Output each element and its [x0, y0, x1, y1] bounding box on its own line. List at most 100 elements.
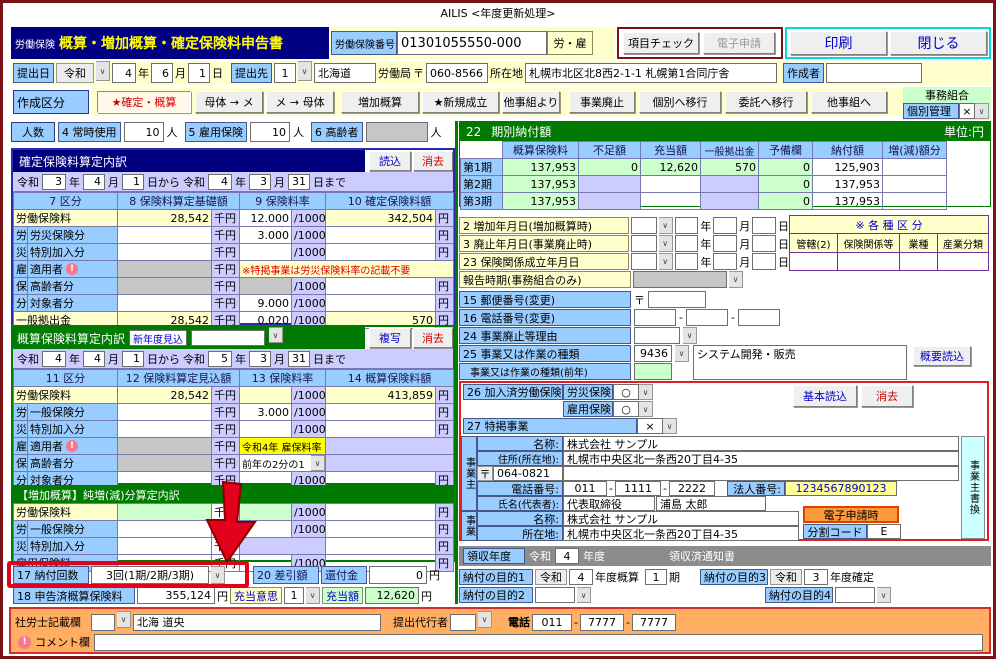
chevron-down-icon[interactable] [658, 235, 673, 252]
kubun-btn-itaku-ikou[interactable]: 委託へ移行 [725, 91, 807, 113]
chevron-down-icon[interactable] [117, 611, 131, 628]
submit-era-select[interactable]: 令和 [56, 63, 94, 83]
amount[interactable]: 413,859 [325, 386, 436, 404]
phone3-field[interactable]: 7777 [631, 613, 676, 631]
base-amount[interactable]: 28,542 [117, 386, 212, 404]
employer-name-field[interactable]: 株式会社 サンプル [563, 436, 959, 451]
kakutei-m2[interactable]: 3 [249, 173, 271, 190]
amount[interactable] [325, 226, 436, 244]
employer-tel1[interactable]: 011 [563, 481, 607, 496]
bureau-postal-field[interactable]: 060-8566 [426, 63, 488, 83]
gaisan-d1[interactable]: 1 [122, 350, 144, 367]
houjin-field[interactable]: 1234567890123 [785, 481, 897, 496]
chevron-down-icon[interactable] [877, 587, 891, 603]
kubun-btn-haishi[interactable]: 事業廃止 [569, 91, 635, 113]
dest-field[interactable]: 1 [274, 63, 296, 83]
koyou-select[interactable]: ○ [613, 401, 639, 417]
kakutei-d1[interactable]: 1 [122, 173, 144, 190]
rouhoken-bango-field[interactable]: 01301055550-000 [397, 31, 547, 55]
f5-field[interactable]: 10 [250, 122, 290, 142]
prefecture-field[interactable]: 北海道 [314, 63, 376, 83]
chevron-down-icon[interactable] [311, 455, 325, 471]
amount[interactable] [325, 503, 436, 521]
base-amount[interactable]: 28,542 [117, 209, 212, 227]
kobetsu-kanri-value[interactable]: × [959, 103, 975, 119]
rate[interactable]: 3.000 [239, 403, 292, 421]
kakutei-clear-button[interactable]: 消去 [413, 151, 453, 171]
half-select[interactable]: 前年の2分の1 [241, 456, 312, 471]
chevron-down-icon[interactable] [306, 587, 320, 604]
jigyounushi-kakikae-strip[interactable]: 事業主書換 [961, 436, 985, 539]
chevron-down-icon[interactable] [577, 587, 591, 603]
daikou-select[interactable] [450, 613, 476, 631]
item-check-button[interactable]: 項目チェック [623, 32, 699, 54]
phone2-field[interactable]: 7777 [579, 613, 624, 631]
chevron-down-icon[interactable] [96, 61, 110, 81]
year-field[interactable] [674, 253, 699, 270]
rate[interactable] [239, 520, 292, 538]
day-field[interactable] [752, 235, 777, 252]
kubun-btn-shinki[interactable]: ★新規成立 [422, 91, 499, 113]
worksite-name-field[interactable]: 株式会社 サンプル [563, 511, 799, 526]
gaisan-copy-button[interactable]: 複写 [369, 328, 411, 348]
base-amount[interactable] [117, 420, 212, 438]
amount[interactable] [325, 277, 436, 295]
rep-name-field[interactable]: 浦島 太郎 [656, 496, 766, 511]
amount[interactable] [325, 537, 436, 555]
chevron-down-icon[interactable] [975, 103, 989, 119]
comment-field[interactable] [94, 633, 983, 651]
gyoushu-code-field[interactable]: 9436 [634, 345, 672, 362]
base-amount[interactable] [117, 226, 212, 244]
chevron-down-icon[interactable] [683, 327, 697, 344]
kubun-btn-botai-me[interactable]: 母体 → メ [195, 91, 263, 113]
gaisan-m1[interactable]: 4 [83, 350, 105, 367]
e-apply-button[interactable]: 電子申請 [703, 32, 775, 54]
chevron-down-icon[interactable] [639, 384, 653, 400]
close-button[interactable]: 閉じる [890, 31, 987, 55]
submit-year-field[interactable]: 4 [112, 63, 136, 83]
tel1-field[interactable] [634, 309, 676, 326]
base-amount[interactable] [117, 243, 212, 261]
kubun-btn-tajikumi-yori[interactable]: 他事組より [502, 91, 560, 113]
submit-day-field[interactable]: 1 [188, 63, 210, 83]
kakutei-d2[interactable]: 31 [288, 173, 310, 190]
employer-addr-field[interactable]: 札幌市中央区北一条西20丁目4-35 [563, 451, 959, 466]
day-field[interactable] [752, 253, 777, 270]
chevron-down-icon[interactable] [639, 401, 653, 417]
kanpu-field[interactable]: 0 [369, 566, 427, 584]
era-select[interactable] [630, 253, 657, 270]
gaiyou-read-button[interactable]: 概要読込 [913, 346, 971, 366]
chevron-down-icon[interactable] [663, 418, 677, 434]
gaisan-y2[interactable]: 5 [208, 350, 232, 367]
amount[interactable] [325, 294, 436, 312]
chevron-down-icon[interactable] [298, 61, 312, 81]
rep-title-field[interactable]: 代表取締役 [563, 496, 655, 511]
bunkatsu-field[interactable]: E [867, 524, 901, 539]
gaisan-clear-button[interactable]: 消去 [413, 328, 453, 348]
sharoushi-select[interactable] [91, 613, 115, 631]
kakutei-read-button[interactable]: 読込 [369, 151, 411, 171]
kubun-btn-zouka[interactable]: 増加概算 [341, 91, 419, 113]
kubun-btn-kobetsu-ikou[interactable]: 個別へ移行 [639, 91, 721, 113]
employer-tel3[interactable]: 2222 [668, 481, 715, 496]
base-amount[interactable] [117, 403, 212, 421]
rate[interactable] [239, 243, 292, 261]
era-select[interactable] [630, 217, 657, 234]
tokkei-select[interactable]: × [637, 418, 663, 434]
amount[interactable] [325, 243, 436, 261]
rousai-select[interactable]: ○ [613, 384, 639, 400]
phone1-field[interactable]: 011 [532, 613, 572, 631]
juto-field[interactable]: 12,620 [365, 587, 419, 604]
employer-clear-button[interactable]: 消去 [861, 385, 913, 407]
tel2-field[interactable] [685, 309, 728, 326]
mokuteki3-year[interactable]: 3 [804, 569, 828, 585]
rate[interactable]: 12.000 [239, 209, 292, 227]
rate[interactable]: 9.000 [239, 294, 292, 312]
chevron-down-icon[interactable] [658, 217, 673, 234]
month-field[interactable] [713, 217, 738, 234]
kubun-btn-tajikumi-e[interactable]: 他事組へ [811, 91, 887, 113]
amount[interactable] [325, 520, 436, 538]
nofu-kaisu-select[interactable]: 3回(1期/2期/3期) [91, 566, 209, 584]
mokuteki1-year[interactable]: 4 [569, 569, 593, 585]
year-field[interactable] [674, 235, 699, 252]
